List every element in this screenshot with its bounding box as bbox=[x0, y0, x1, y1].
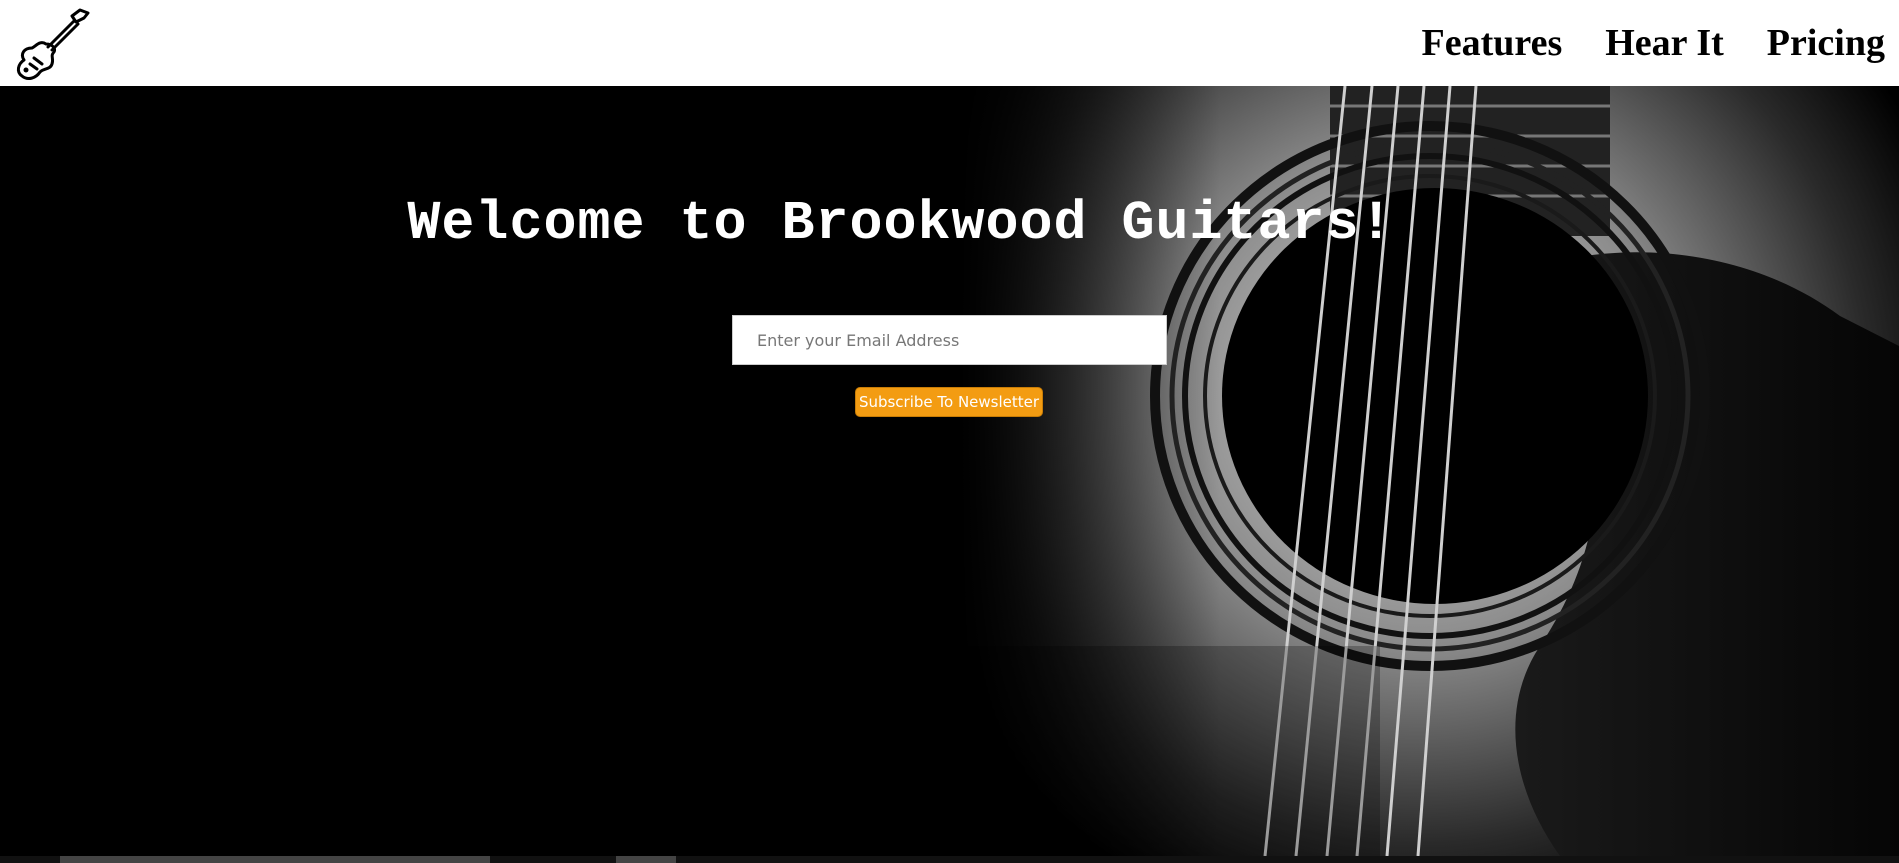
hero-section: Welcome to Brookwood Guitars! Subscribe … bbox=[0, 86, 1899, 856]
hero-title-wrap: Welcome to Brookwood Guitars! bbox=[0, 192, 1899, 255]
nav-features-link[interactable]: Features bbox=[1422, 21, 1563, 65]
bottom-strip-segment bbox=[60, 856, 490, 863]
nav-pricing-link[interactable]: Pricing bbox=[1767, 21, 1885, 65]
nav-hear-it-link[interactable]: Hear It bbox=[1605, 21, 1724, 65]
site-header: Features Hear It Pricing bbox=[0, 0, 1899, 86]
hero-title: Welcome to Brookwood Guitars! bbox=[407, 192, 1394, 255]
main-nav: Features Hear It Pricing bbox=[1422, 0, 1885, 86]
bottom-strip-segment bbox=[616, 856, 676, 863]
electric-guitar-icon[interactable] bbox=[10, 6, 92, 83]
subscribe-newsletter-button[interactable]: Subscribe To Newsletter bbox=[855, 387, 1043, 417]
email-input[interactable] bbox=[732, 315, 1167, 365]
